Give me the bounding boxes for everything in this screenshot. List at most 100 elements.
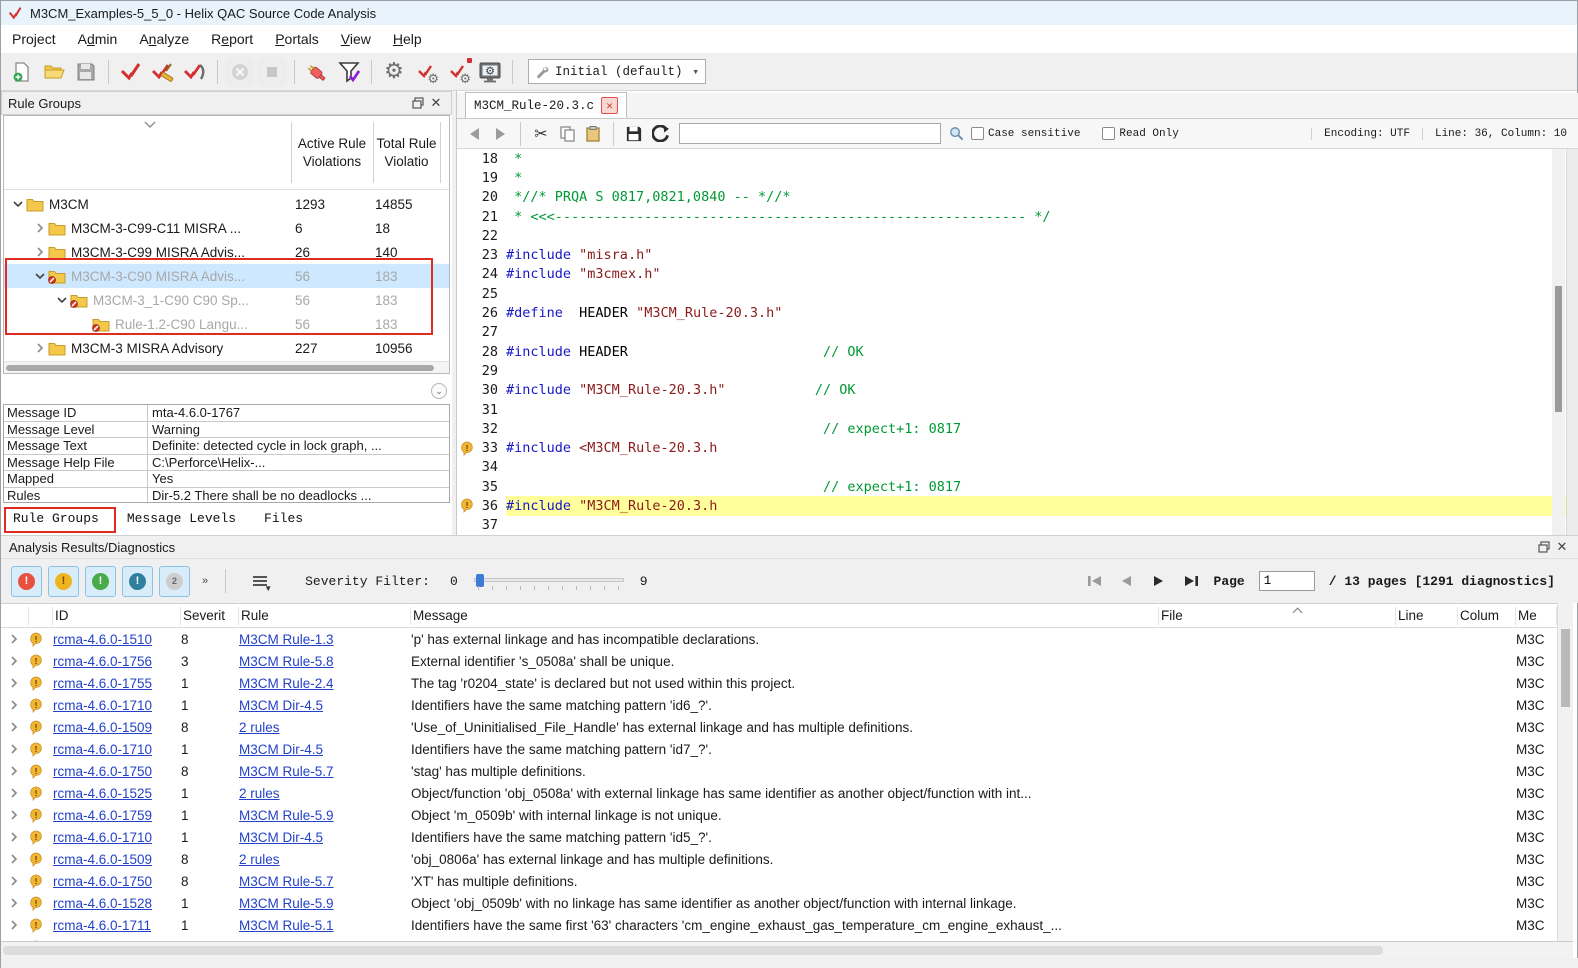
editor-tab[interactable]: M3CM_Rule-20.3.c ✕ (465, 92, 627, 118)
save-project-button[interactable] (71, 57, 101, 87)
expander-right-icon[interactable] (32, 340, 48, 356)
code-area[interactable]: 18 *19 *20 *//* PRQA S 0817,0821,0840 --… (457, 149, 1578, 537)
diagnostic-id-link[interactable]: rcma-4.6.0-1525 (53, 786, 152, 801)
float-panel-icon[interactable] (409, 95, 427, 111)
expander-down-icon[interactable] (10, 196, 26, 212)
row-expander-icon[interactable] (1, 656, 29, 666)
diagnostic-id-link[interactable]: rcma-4.6.0-1509 (53, 852, 152, 867)
filter-severity-level2-button[interactable]: 2 (159, 566, 190, 597)
diagnostic-row[interactable]: !rcma-4.6.0-17508M3CM Rule-5.7'XT' has m… (1, 870, 1557, 892)
copy-button[interactable] (556, 123, 578, 145)
tree-row[interactable]: Rule-1.2-C90 Langu...56183 (4, 312, 449, 336)
rule-link[interactable]: M3CM Rule-1.3 (239, 632, 334, 647)
diagnostic-row[interactable]: !rcma-4.6.0-17101M3CM Dir-4.5Identifiers… (1, 694, 1557, 716)
diagnostic-id-link[interactable]: rcma-4.6.0-1750 (53, 764, 152, 779)
row-expander-icon[interactable] (1, 634, 29, 644)
tree-row[interactable]: M3CM-3-C90 MISRA Advis...56183 (4, 264, 449, 288)
rule-link[interactable]: M3CM Rule-5.7 (239, 764, 334, 779)
read-only-checkbox[interactable] (1102, 127, 1115, 140)
diagnostic-id-link[interactable]: rcma-4.6.0-1509 (53, 720, 152, 735)
menu-analyze[interactable]: Analyze (128, 27, 200, 51)
column-header-id[interactable]: ID (53, 607, 181, 625)
expander-right-icon[interactable] (32, 220, 48, 236)
expander-down-icon[interactable] (32, 268, 48, 284)
filter-severity-info-button[interactable]: ! (85, 566, 116, 597)
row-expander-icon[interactable] (1, 788, 29, 798)
analyze-button[interactable] (116, 57, 146, 87)
row-expander-icon[interactable] (1, 722, 29, 732)
editor-vertical-scrollbar[interactable] (1552, 149, 1565, 537)
diagnostic-id-link[interactable]: rcma-4.6.0-1755 (53, 676, 152, 691)
search-icon[interactable] (945, 123, 967, 145)
tree-row[interactable]: M3CM129314855 (4, 192, 449, 216)
project-config-button[interactable]: ⚙ (411, 57, 441, 87)
expander-down-icon[interactable] (54, 292, 70, 308)
column-header-column[interactable]: Colum (1458, 607, 1516, 625)
row-expander-icon[interactable] (1, 678, 29, 688)
column-header-me[interactable]: Me (1516, 607, 1557, 625)
results-vertical-scrollbar[interactable] (1557, 603, 1573, 941)
toolbar-overflow-button[interactable]: » (196, 575, 214, 587)
close-tab-icon[interactable]: ✕ (601, 97, 618, 114)
row-expander-icon[interactable] (1, 744, 29, 754)
next-page-button[interactable] (1150, 574, 1168, 588)
filter-severity-note-button[interactable]: ! (122, 566, 153, 597)
row-expander-icon[interactable] (1, 854, 29, 864)
incremental-analyze-button[interactable] (180, 57, 210, 87)
rule-link[interactable]: M3CM Rule-5.9 (239, 896, 334, 911)
column-header-rule[interactable]: Rule (239, 607, 411, 625)
diagnostic-row[interactable]: !rcma-4.6.0-17101M3CM Dir-4.5Identifiers… (1, 738, 1557, 760)
diagnostic-id-link[interactable]: rcma-4.6.0-1710 (53, 742, 152, 757)
case-sensitive-checkbox[interactable] (971, 127, 984, 140)
tab-message-levels[interactable]: Message Levels (117, 507, 250, 533)
rule-link[interactable]: M3CM Rule-5.7 (239, 874, 334, 889)
tree-row[interactable]: M3CM-3_1-C90 C90 Sp...56183 (4, 288, 449, 312)
menu-view[interactable]: View (330, 27, 382, 51)
row-expander-icon[interactable] (1, 700, 29, 710)
rule-link[interactable]: 2 rules (239, 852, 280, 867)
diagnostic-id-link[interactable]: rcma-4.6.0-1510 (53, 632, 152, 647)
menu-help[interactable]: Help (382, 27, 433, 51)
rule-link[interactable]: M3CM Dir-4.5 (239, 830, 323, 845)
diagnostic-id-link[interactable]: rcma-4.6.0-1750 (53, 874, 152, 889)
row-expander-icon[interactable] (1, 898, 29, 908)
row-expander-icon[interactable] (1, 876, 29, 886)
diagnostic-id-link[interactable]: rcma-4.6.0-1710 (53, 698, 152, 713)
results-horizontal-scrollbar[interactable] (1, 941, 1573, 958)
tab-files[interactable]: Files (254, 507, 317, 533)
column-header-file[interactable]: File (1159, 607, 1396, 625)
last-page-button[interactable] (1182, 574, 1200, 588)
diagnostic-row[interactable]: !rcma-4.6.0-150982 rules'obj_0806a' has … (1, 848, 1557, 870)
diagnostic-row[interactable]: !rcma-4.6.0-150982 rules'Use_of_Uninitia… (1, 716, 1557, 738)
analysis-config-button[interactable]: ⚙ (443, 57, 473, 87)
float-panel-icon[interactable] (1535, 539, 1553, 555)
expander-right-icon[interactable] (32, 244, 48, 260)
diagnostic-row[interactable]: !rcma-4.6.0-152512 rulesObject/function … (1, 782, 1557, 804)
row-expander-icon[interactable] (1, 810, 29, 820)
remote-config-button[interactable]: ⚙ (475, 57, 505, 87)
filter-severity-high-button[interactable]: ! (11, 566, 42, 597)
tree-row[interactable]: M3CM-3-C99-C11 MISRA ...618 (4, 216, 449, 240)
paste-button[interactable] (582, 123, 604, 145)
rule-link[interactable]: M3CM Rule-2.4 (239, 676, 334, 691)
column-header-message[interactable]: Message (411, 607, 1159, 625)
results-menu-button[interactable]: ▼ (247, 568, 273, 594)
menu-project[interactable]: Project (1, 27, 67, 51)
rule-link[interactable]: 2 rules (239, 786, 280, 801)
rule-link[interactable]: 2 rules (239, 720, 280, 735)
diagnostic-row[interactable]: !rcma-4.6.0-17101M3CM Dir-4.5Identifiers… (1, 826, 1557, 848)
tree-name-column-header[interactable] (4, 116, 291, 190)
tree-row[interactable]: M3CM-3 MISRA Advisory22710956 (4, 336, 449, 360)
diagnostic-id-link[interactable]: rcma-4.6.0-1710 (53, 830, 152, 845)
filter-severity-warning-button[interactable]: ! (48, 566, 79, 597)
rule-link[interactable]: M3CM Rule-5.8 (239, 654, 334, 669)
row-expander-icon[interactable] (1, 920, 29, 930)
diagnostic-row[interactable]: !rcma-4.6.0-17551M3CM Rule-2.4The tag 'r… (1, 672, 1557, 694)
rule-link[interactable]: M3CM Rule-5.1 (239, 918, 334, 933)
tree-horizontal-scrollbar[interactable] (4, 361, 449, 373)
sync-plug-button[interactable] (302, 57, 332, 87)
diagnostic-row[interactable]: !rcma-4.6.0-17591M3CM Rule-5.9Object 'm_… (1, 804, 1557, 826)
navigate-back-button[interactable] (463, 123, 485, 145)
options-button[interactable]: ⚙ (379, 57, 409, 87)
menu-portals[interactable]: Portals (264, 27, 330, 51)
